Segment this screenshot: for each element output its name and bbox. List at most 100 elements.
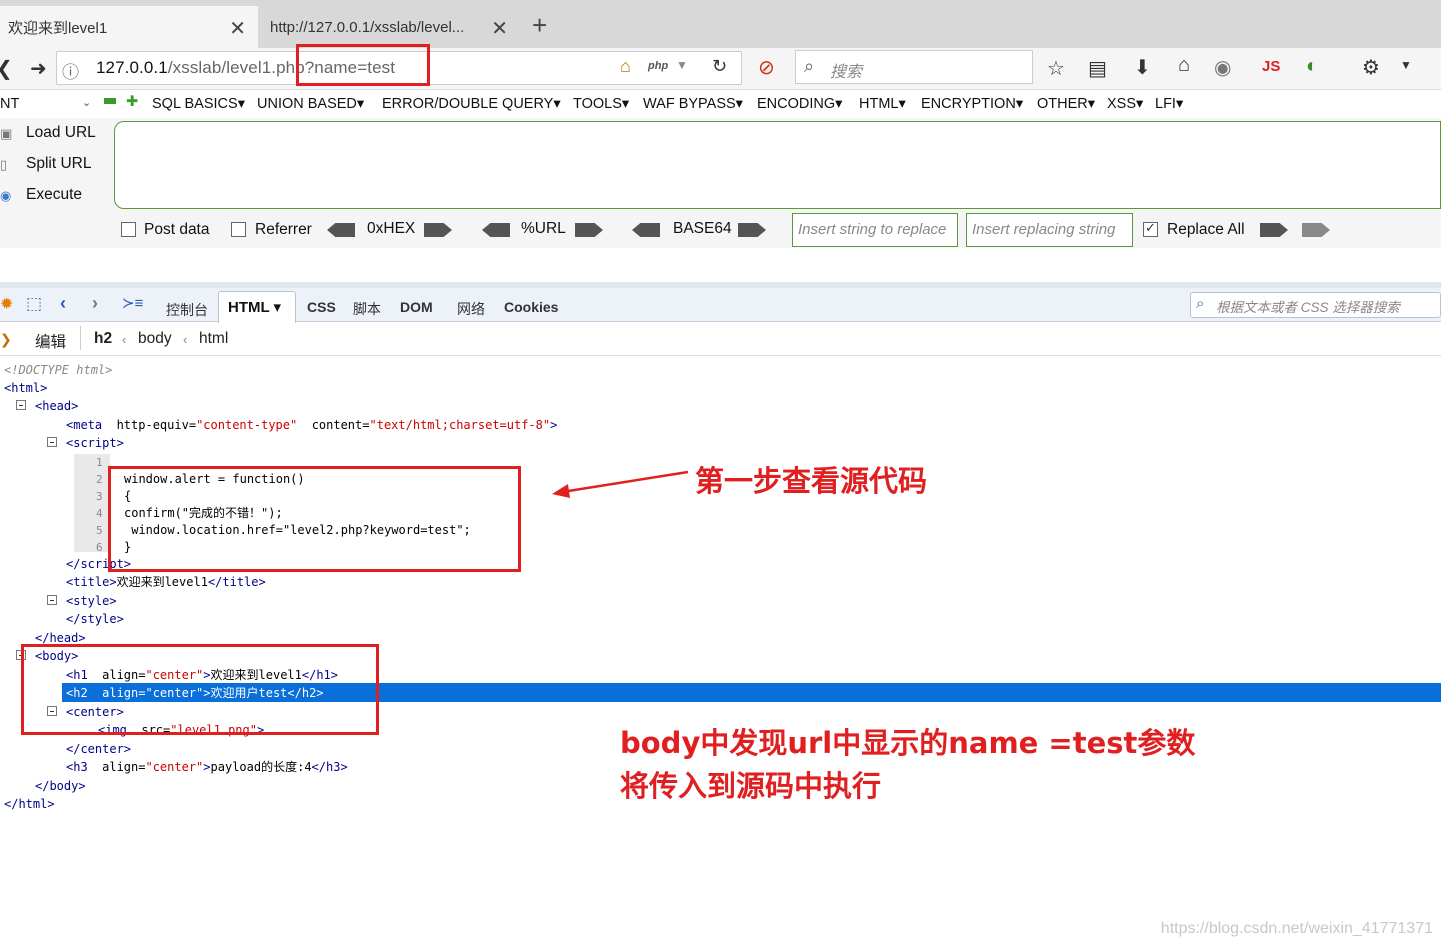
crumb-html[interactable]: html [199, 330, 228, 348]
tab-script[interactable]: 脚本 [353, 299, 381, 319]
replace-with-input[interactable]: Insert replacing string [966, 213, 1133, 247]
menu-html[interactable]: HTML▾ [859, 96, 906, 112]
split-url-icon: ▯ [0, 157, 8, 172]
menu-error-double-query[interactable]: ERROR/DOUBLE QUERY▾ [382, 96, 561, 112]
replace-all-checkbox[interactable]: ✓ [1143, 220, 1158, 237]
load-url-icon: ▣ [0, 126, 13, 141]
html-open-node[interactable]: <html> [4, 381, 47, 395]
home-icon[interactable]: ⌂ [1178, 54, 1190, 77]
crumb-body[interactable]: body [138, 330, 172, 348]
globe-icon[interactable]: ◉ [1214, 55, 1231, 80]
back-icon[interactable]: ❮ [0, 56, 13, 81]
tab-network[interactable]: 网络 [457, 299, 485, 319]
menu-tools[interactable]: TOOLS▾ [573, 96, 629, 112]
hex-label: 0xHEX [367, 220, 416, 237]
reading-list-icon[interactable]: ▤ [1088, 56, 1107, 81]
extension-icon[interactable]: ◐ [1306, 55, 1318, 78]
plus-icon[interactable]: ✚ [126, 94, 138, 110]
divider [80, 326, 81, 350]
watermark: https://blog.csdn.net/weixin_41771371 [1160, 920, 1433, 937]
meta-node[interactable]: <meta http-equiv="content-type" content=… [66, 418, 557, 432]
menu-sql-basics[interactable]: SQL BASICS▾ [152, 96, 245, 112]
home-php-icon: ⌂ [620, 56, 631, 76]
chevron-left-icon: ‹ [122, 332, 127, 347]
menu-union-based[interactable]: UNION BASED▾ [257, 96, 364, 112]
pointer-icon: ❯ [0, 331, 12, 347]
line-number: 3 [96, 490, 103, 503]
line-number: 5 [96, 524, 103, 537]
split-url-button[interactable]: Split URL [26, 155, 91, 173]
hackbar-url-textarea[interactable] [114, 121, 1441, 209]
download-icon[interactable]: ⬇ [1134, 55, 1151, 80]
body-highlight-box [21, 644, 379, 735]
script-highlight-box [108, 466, 521, 572]
search-input[interactable]: 搜索 [830, 58, 862, 82]
chevron-down-icon[interactable]: ▼ [676, 58, 688, 72]
head-open-node[interactable]: <head> [35, 399, 78, 413]
inspect-icon[interactable]: ⬚ [26, 294, 42, 314]
line-number: 4 [96, 507, 103, 520]
center-close-node: </center> [66, 742, 132, 756]
back-icon[interactable]: ‹ [60, 293, 66, 314]
info-icon[interactable]: ⓘ [62, 58, 79, 83]
tab-dom[interactable]: DOM [400, 299, 433, 315]
note-line1: body中发现url中显示的name =test参数 [620, 726, 1196, 760]
menu-xss[interactable]: XSS▾ [1107, 96, 1143, 112]
collapse-toggle[interactable] [16, 400, 26, 410]
menu-encoding[interactable]: ENCODING▾ [757, 96, 842, 112]
menu-encryption[interactable]: ENCRYPTION▾ [921, 96, 1023, 112]
tab-level2[interactable]: http://127.0.0.1/xsslab/level... ✕ [262, 6, 520, 48]
replace-find-input[interactable]: Insert string to replace [792, 213, 958, 247]
chevron-left-icon: ‹ [183, 332, 188, 347]
tab-html[interactable]: HTML ▾ [228, 298, 281, 316]
forward-icon[interactable]: › [92, 293, 98, 314]
menu-lfi[interactable]: LFI▾ [1155, 96, 1183, 112]
collapse-toggle[interactable] [47, 437, 57, 447]
chevron-down-icon[interactable]: ⌄ [82, 96, 91, 109]
line-number: 2 [96, 473, 103, 486]
firebug-icon[interactable]: ✹ [0, 294, 13, 314]
tab-label: http://127.0.0.1/xsslab/level... [270, 18, 465, 36]
tab-css[interactable]: CSS [307, 299, 336, 315]
post-data-checkbox[interactable] [121, 222, 136, 237]
tab-level1[interactable]: 欢迎来到level1 ✕ [0, 6, 258, 48]
cookie-icon[interactable]: ⚙ [1362, 55, 1380, 80]
menu-waf-bypass[interactable]: WAF BYPASS▾ [643, 96, 743, 112]
note-line2: 将传入到源码中执行 [620, 769, 882, 803]
firebug-search-input[interactable]: 根据文本或者 CSS 选择器搜索 [1216, 296, 1400, 316]
head-close-node: </head> [35, 631, 86, 645]
close-tab-icon[interactable]: ✕ [491, 16, 508, 41]
new-tab-button[interactable]: + [532, 10, 547, 41]
minus-icon[interactable] [104, 98, 116, 104]
arrow-line [561, 470, 689, 494]
crumb-h2[interactable]: h2 [94, 330, 112, 348]
line-number: 1 [96, 456, 103, 469]
command-line-icon[interactable]: ≻≡ [122, 294, 143, 312]
line-number: 6 [96, 541, 103, 554]
doctype-node: <!DOCTYPE html> [4, 363, 113, 377]
close-tab-icon[interactable]: ✕ [229, 16, 246, 41]
noscript-icon[interactable]: ⊘ [758, 55, 775, 80]
tab-console[interactable]: 控制台 [166, 300, 208, 320]
tab-cookies[interactable]: Cookies [504, 299, 558, 315]
hackbar-dropdown[interactable]: NT [0, 96, 19, 112]
h3-node[interactable]: <h3 align="center">payload的长度:4</h3> [66, 760, 348, 774]
referrer-checkbox[interactable] [231, 222, 246, 237]
menu-chevron-icon[interactable]: ▼ [1400, 58, 1412, 72]
step1-annotation: 第一步查看源代码 [695, 464, 928, 498]
edit-button[interactable]: 编辑 [35, 330, 66, 352]
forward-icon[interactable]: ➜ [30, 56, 47, 81]
tab-label: 欢迎来到level1 [8, 19, 108, 37]
js-badge-icon[interactable]: JS [1262, 58, 1280, 75]
style-close-node: </style> [66, 612, 124, 626]
bookmark-star-icon[interactable]: ☆ [1047, 56, 1065, 81]
load-url-button[interactable]: Load URL [26, 124, 96, 142]
reload-icon[interactable]: ↻ [712, 56, 727, 77]
script-open-node[interactable]: <script> [66, 436, 124, 450]
html-close-node: </html> [4, 797, 55, 811]
collapse-toggle[interactable] [47, 595, 57, 605]
execute-button[interactable]: Execute [26, 186, 82, 204]
title-node[interactable]: <title>欢迎来到level1</title> [66, 575, 266, 589]
style-open-node[interactable]: <style> [66, 594, 117, 608]
menu-other[interactable]: OTHER▾ [1037, 96, 1095, 112]
